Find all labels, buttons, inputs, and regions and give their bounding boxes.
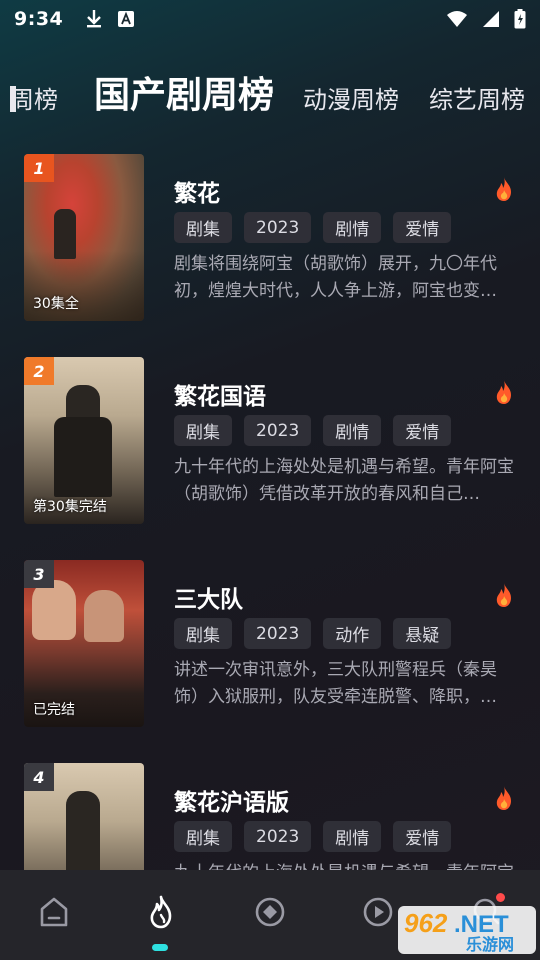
notification-dot [496, 893, 505, 902]
episode-caption: 30集全 [33, 296, 79, 312]
tab-domestic-drama[interactable]: 国产剧周榜 [94, 66, 274, 118]
poster-text-art [24, 678, 144, 696]
tag-list: 剧集 2023 剧情 爱情 [174, 212, 452, 243]
item-title[interactable]: 繁花 [174, 174, 220, 208]
tag[interactable]: 剧情 [323, 415, 382, 446]
signal-icon [483, 11, 499, 27]
hot-flame-icon [496, 177, 511, 201]
play-icon[interactable] [360, 894, 396, 930]
tag[interactable]: 动作 [323, 618, 382, 649]
item-description: 剧集将围绕阿宝（胡歌饰）展开，九〇年代初，煌煌大时代，人人争上游，阿宝也变… [174, 254, 497, 301]
tab-anime[interactable]: 动漫周榜 [303, 80, 399, 115]
wifi-icon [447, 11, 467, 27]
list-item[interactable]: 1 30集全 繁花 剧集 2023 剧情 爱情 剧集将围绕阿宝（胡歌饰）展开，九… [0, 154, 540, 324]
rank-badge: 3 [24, 560, 54, 588]
tag-list: 剧集 2023 剧情 爱情 [174, 821, 452, 852]
poster-image[interactable]: 3 已完结 [24, 560, 144, 727]
tag-list: 剧集 2023 动作 悬疑 [174, 618, 452, 649]
list-item[interactable]: 3 已完结 三大队 剧集 2023 动作 悬疑 讲述一次审讯意外，三大队刑警程兵… [0, 560, 540, 730]
tab-variety[interactable]: 综艺周榜 [429, 80, 525, 115]
hot-flame-icon [496, 380, 511, 404]
svg-text:.NET: .NET [454, 911, 509, 938]
ranking-tabs: 周榜 国产剧周榜 动漫周榜 综艺周榜 [0, 66, 540, 132]
tag[interactable]: 2023 [244, 415, 312, 446]
tag[interactable]: 剧集 [174, 415, 232, 446]
svg-text:乐游网: 乐游网 [466, 935, 514, 954]
tag[interactable]: 2023 [244, 821, 312, 852]
watermark-logo: 962 .NET 乐游网 [398, 906, 536, 954]
tab-prev[interactable]: 周榜 [10, 80, 58, 115]
rank-badge: 2 [24, 357, 54, 385]
tag[interactable]: 剧集 [174, 821, 232, 852]
battery-icon [514, 9, 526, 29]
status-time: 9:34 [14, 8, 64, 30]
poster-image[interactable]: 2 第30集完结 [24, 357, 144, 524]
episode-caption: 已完结 [33, 702, 75, 718]
download-icon [87, 10, 102, 28]
item-description: 讲述一次审讯意外，三大队刑警程兵（秦昊饰）入狱服刑，队友受牵连脱警、降职，… [174, 660, 497, 707]
svg-text:962: 962 [404, 908, 448, 938]
tag-list: 剧集 2023 剧情 爱情 [174, 415, 452, 446]
tag[interactable]: 爱情 [393, 415, 452, 446]
discover-icon[interactable] [252, 894, 288, 930]
active-tab-indicator [152, 944, 168, 951]
hot-flame-icon [496, 786, 511, 810]
list-item[interactable]: 2 第30集完结 繁花国语 剧集 2023 剧情 爱情 九十年代的上海处处是机遇… [0, 357, 540, 527]
tag[interactable]: 剧情 [323, 821, 382, 852]
rank-badge: 1 [24, 154, 54, 182]
tag[interactable]: 剧集 [174, 212, 232, 243]
home-icon[interactable] [36, 894, 72, 930]
poster-image[interactable]: 1 30集全 [24, 154, 144, 321]
episode-caption: 第30集完结 [33, 499, 107, 515]
tag[interactable]: 爱情 [393, 821, 452, 852]
rank-badge: 4 [24, 763, 54, 791]
item-description: 九十年代的上海处处是机遇与希望。青年阿宝（胡歌饰）凭借改革开放的春风和自己… [174, 457, 514, 504]
fire-icon[interactable] [143, 894, 179, 930]
item-title[interactable]: 繁花国语 [174, 377, 266, 411]
tag[interactable]: 剧情 [323, 212, 382, 243]
tag[interactable]: 爱情 [393, 212, 452, 243]
item-title[interactable]: 繁花沪语版 [174, 783, 289, 817]
hot-flame-icon [496, 583, 511, 607]
tag[interactable]: 2023 [244, 212, 312, 243]
tag[interactable]: 悬疑 [393, 618, 452, 649]
tag[interactable]: 2023 [244, 618, 312, 649]
tab-prev-edge [10, 86, 16, 112]
tag[interactable]: 剧集 [174, 618, 232, 649]
status-bar: 9:34 [0, 0, 540, 38]
item-title[interactable]: 三大队 [174, 580, 243, 614]
font-a-icon [118, 11, 135, 27]
